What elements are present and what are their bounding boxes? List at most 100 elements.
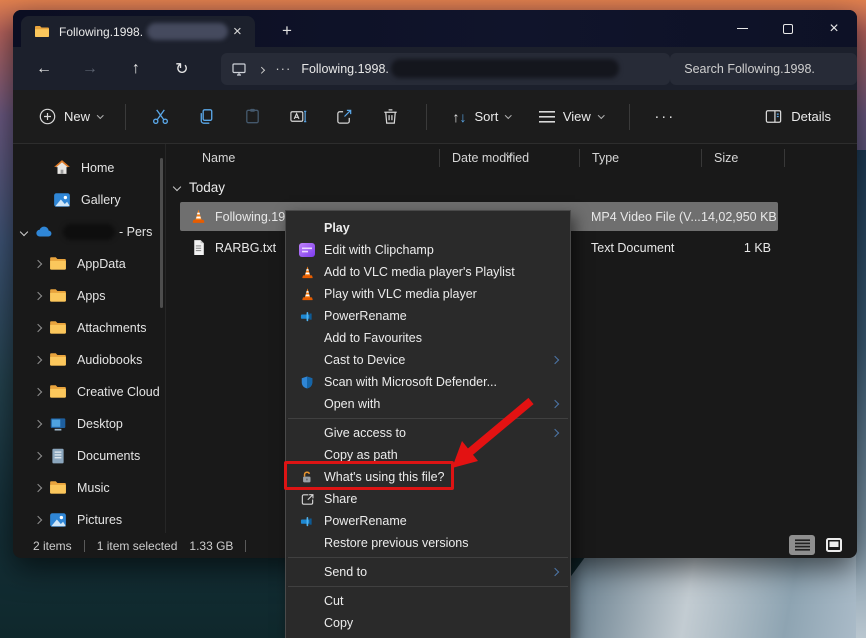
menu-item-copy[interactable]: Copy <box>286 612 570 634</box>
vlc-file-icon <box>190 208 207 225</box>
sidebar-item-creative-cloud[interactable]: Creative Cloud <box>13 376 165 408</box>
wallpaper-right-strip <box>856 150 866 638</box>
menu-item-powerrename-2[interactable]: PowerRename <box>286 510 570 532</box>
new-tab-button[interactable]: + <box>275 20 299 44</box>
submenu-chevron-icon <box>552 401 562 407</box>
sidebar-label: Creative Cloud <box>77 385 160 399</box>
new-button[interactable]: New <box>29 101 113 132</box>
folder-icon <box>49 383 67 401</box>
chevron-right-icon[interactable] <box>35 453 49 459</box>
sidebar-item-onedrive[interactable]: - Pers <box>13 216 165 248</box>
window-controls: × <box>719 10 857 47</box>
thumbnail-view-button[interactable] <box>821 535 847 555</box>
menu-item-send-to[interactable]: Send to <box>286 561 570 583</box>
sidebar-label: Pictures <box>77 513 122 527</box>
paste-icon <box>243 107 262 126</box>
menu-item-scan-with-defender[interactable]: Scan with Microsoft Defender... <box>286 371 570 393</box>
share-button[interactable] <box>325 99 365 135</box>
details-label: Details <box>791 109 831 124</box>
explorer-tab[interactable]: Following.1998. × <box>21 16 255 47</box>
menu-divider <box>288 586 568 587</box>
copy-icon <box>197 107 216 126</box>
chevron-right-icon[interactable] <box>35 517 49 523</box>
sidebar-item-apps[interactable]: Apps <box>13 280 165 312</box>
sort-button[interactable]: ↑↓ Sort <box>443 102 521 132</box>
navigation-sidebar: Home Gallery - Pers AppData <box>13 144 165 533</box>
share-icon <box>300 492 315 507</box>
menu-item-restore-previous-versions[interactable]: Restore previous versions <box>286 532 570 554</box>
paste-button[interactable] <box>233 99 273 135</box>
minimize-button[interactable] <box>719 10 765 47</box>
group-label: Today <box>189 180 225 195</box>
chevron-right-icon[interactable] <box>35 389 49 395</box>
refresh-button[interactable]: ↻ <box>165 53 199 85</box>
menu-item-open-with[interactable]: Open with <box>286 393 570 415</box>
context-menu: Play Edit with Clipchamp Add to VLC medi… <box>285 210 571 638</box>
sidebar-item-attachments[interactable]: Attachments <box>13 312 165 344</box>
group-header-today[interactable]: Today <box>166 172 857 202</box>
chevron-right-icon[interactable] <box>35 357 49 363</box>
menu-item-give-access-to[interactable]: Give access to <box>286 422 570 444</box>
chevron-down-icon[interactable] <box>21 229 35 235</box>
vlc-icon <box>300 287 315 302</box>
maximize-button[interactable] <box>765 10 811 47</box>
chevron-down-icon <box>173 183 181 191</box>
sidebar-item-desktop[interactable]: Desktop <box>13 408 165 440</box>
home-icon <box>53 159 71 177</box>
chevron-down-icon <box>97 112 103 118</box>
forward-button[interactable]: → <box>73 53 107 85</box>
sidebar-item-documents[interactable]: Documents <box>13 440 165 472</box>
column-header-size[interactable]: Size <box>701 149 784 167</box>
up-button[interactable]: ↑ <box>119 53 153 85</box>
sidebar-scrollbar[interactable] <box>160 158 163 308</box>
sidebar-item-gallery[interactable]: Gallery <box>13 184 165 216</box>
sidebar-item-home[interactable]: Home <box>13 152 165 184</box>
search-placeholder-text: Search Following.1998. <box>684 62 815 76</box>
details-view-button[interactable] <box>789 535 815 555</box>
chevron-right-icon[interactable] <box>35 485 49 491</box>
cut-button[interactable] <box>141 99 181 135</box>
sort-label: Sort <box>475 109 499 124</box>
sidebar-item-audiobooks[interactable]: Audiobooks <box>13 344 165 376</box>
navigation-bar: ← → ↑ ↻ ··· Following.1998. Search Follo… <box>13 47 857 90</box>
column-headers: Name Date modified Type Size <box>166 144 857 172</box>
menu-item-add-to-favourites[interactable]: Add to Favourites <box>286 327 570 349</box>
powerrename-icon <box>300 514 315 529</box>
menu-divider <box>288 418 568 419</box>
copy-button[interactable] <box>187 99 227 135</box>
chevron-right-icon[interactable] <box>35 261 49 267</box>
close-button[interactable]: × <box>811 10 857 47</box>
delete-button[interactable] <box>371 99 411 135</box>
rename-button[interactable] <box>279 99 319 135</box>
column-header-type[interactable]: Type <box>579 149 701 167</box>
menu-item-add-to-vlc-playlist[interactable]: Add to VLC media player's Playlist <box>286 261 570 283</box>
breadcrumb-overflow[interactable]: ··· <box>275 61 291 76</box>
menu-item-edit-with-clipchamp[interactable]: Edit with Clipchamp <box>286 239 570 261</box>
view-button[interactable]: View <box>529 102 613 131</box>
menu-item-powerrename[interactable]: PowerRename <box>286 305 570 327</box>
breadcrumb-chevron-icon <box>259 60 264 78</box>
menu-item-share[interactable]: Share <box>286 488 570 510</box>
address-bar[interactable]: ··· Following.1998. <box>221 53 670 85</box>
more-options-button[interactable]: ··· <box>642 108 687 125</box>
details-pane-button[interactable]: Details <box>754 100 841 133</box>
chevron-right-icon[interactable] <box>35 421 49 427</box>
chevron-right-icon[interactable] <box>35 325 49 331</box>
chevron-right-icon[interactable] <box>35 293 49 299</box>
sort-direction-icon <box>507 145 512 159</box>
sidebar-item-pictures[interactable]: Pictures <box>13 504 165 533</box>
text-file-icon <box>190 239 207 256</box>
sidebar-label: AppData <box>77 257 126 271</box>
back-button[interactable]: ← <box>27 53 61 85</box>
menu-item-play[interactable]: Play <box>286 217 570 239</box>
details-pane-icon <box>764 107 783 126</box>
sidebar-item-music[interactable]: Music <box>13 472 165 504</box>
search-box[interactable]: Search Following.1998. <box>670 53 857 85</box>
view-toggles <box>789 535 847 555</box>
sidebar-item-appdata[interactable]: AppData <box>13 248 165 280</box>
tab-close-button[interactable]: × <box>228 22 247 42</box>
menu-item-cast-to-device[interactable]: Cast to Device <box>286 349 570 371</box>
menu-item-cut[interactable]: Cut <box>286 590 570 612</box>
menu-item-play-with-vlc[interactable]: Play with VLC media player <box>286 283 570 305</box>
column-header-name[interactable]: Name <box>166 149 439 167</box>
